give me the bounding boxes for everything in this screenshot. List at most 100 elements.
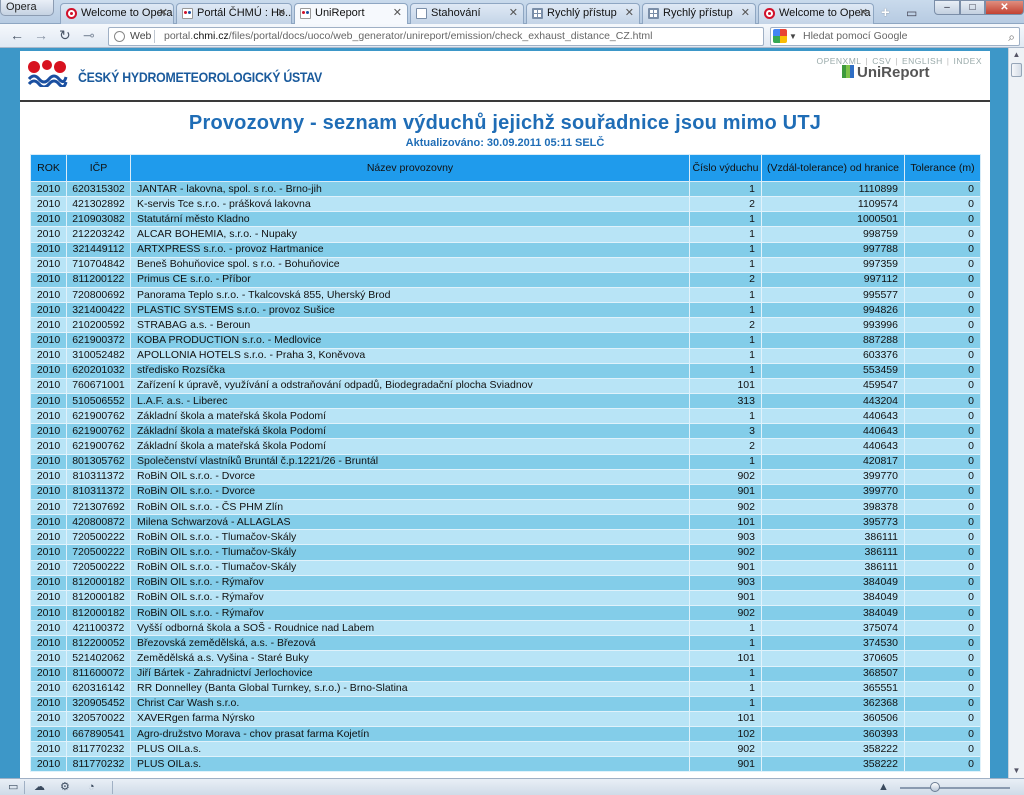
- zoom-slider-thumb[interactable]: [930, 782, 940, 792]
- cell-nazev: RoBiN OIL s.r.o. - Tlumačov-Skály: [130, 529, 690, 546]
- close-icon[interactable]: ✕: [625, 4, 634, 23]
- chevron-down-icon[interactable]: ▼: [789, 28, 797, 45]
- cell-rok: 2010: [30, 483, 67, 500]
- cell-tolerance: 0: [904, 468, 981, 485]
- cell-cislo-vyduchu: 1: [689, 665, 762, 682]
- tab-welcome-opera-1[interactable]: Welcome to Opera ✕: [60, 3, 174, 24]
- table-row: 2010 810311372 RoBiN OIL s.r.o. - Dvorce 90…: [30, 483, 981, 500]
- link-index[interactable]: INDEX: [954, 56, 982, 66]
- address-field[interactable]: Web portal.chmi.cz/files/portal/docs/uoc…: [108, 27, 764, 46]
- table-row: 2010 321449112 ARTXPRESS s.r.o. - provoz H…: [30, 241, 981, 258]
- cell-rok: 2010: [30, 302, 67, 319]
- cell-icp: 801305762: [66, 453, 131, 470]
- close-icon[interactable]: ✕: [741, 4, 750, 23]
- cell-nazev: RoBiN OIL s.r.o. - ČS PHM Zlín: [130, 498, 690, 516]
- scrollbar-thumb[interactable]: [1011, 63, 1022, 77]
- back-arrow-icon[interactable]: ←: [10, 27, 24, 43]
- table-row: 2010 620315302 JANTAR - lakovna, spol. s r…: [30, 180, 981, 198]
- cell-rok: 2010: [30, 695, 67, 712]
- search-icon[interactable]: ⌕: [1008, 29, 1015, 46]
- cell-icp: 811770232: [66, 756, 131, 773]
- cell-rok: 2010: [30, 241, 67, 258]
- cell-vzdalenost: 358222: [761, 756, 905, 773]
- tab-welcome-opera-2[interactable]: Welcome to Opera ✕: [758, 3, 874, 24]
- vertical-scrollbar[interactable]: ▲ ▼: [1008, 48, 1024, 778]
- search-placeholder: Hledat pomocí Google: [803, 30, 908, 42]
- scroll-down-icon[interactable]: ▼: [1009, 764, 1024, 778]
- cell-tolerance: 0: [904, 514, 981, 531]
- cell-vzdalenost: 365551: [761, 680, 905, 697]
- tab-menu-icon[interactable]: ▭: [906, 6, 917, 20]
- cell-vzdalenost: 420817: [761, 453, 905, 470]
- tab-rychly-pristup-1[interactable]: Rychlý přístup ✕: [526, 3, 640, 24]
- cell-vzdalenost: 358222: [761, 741, 905, 758]
- table-row: 2010 620316142 RR Donnelley (Banta Global …: [30, 680, 981, 697]
- col-header-nazev[interactable]: Název provozovny: [130, 154, 690, 182]
- google-icon[interactable]: [773, 29, 787, 43]
- cell-tolerance: 0: [904, 302, 981, 319]
- key-icon[interactable]: ⊸: [83, 27, 95, 43]
- tab-rychly-pristup-2[interactable]: Rychlý přístup ✕: [642, 3, 756, 24]
- cell-icp: 720500222: [66, 529, 131, 546]
- cell-cislo-vyduchu: 2: [689, 271, 762, 288]
- network-icon[interactable]: ⚙: [60, 781, 70, 793]
- zoom-up-icon[interactable]: ▲: [878, 781, 889, 793]
- url-path: /files/portal/docs/uoco/web_generator/un…: [228, 30, 653, 42]
- new-tab-icon[interactable]: +: [881, 4, 890, 21]
- col-header-cislo-vyduchu[interactable]: Číslo výduchu: [689, 154, 762, 182]
- cell-cislo-vyduchu: 1: [689, 635, 762, 652]
- cell-cislo-vyduchu: 1: [689, 226, 762, 243]
- scroll-up-icon[interactable]: ▲: [1009, 48, 1024, 62]
- header-divider: [20, 100, 990, 102]
- forward-arrow-icon[interactable]: →: [34, 27, 48, 43]
- tab-title: Rychlý přístup: [663, 7, 733, 19]
- close-icon[interactable]: ✕: [509, 4, 518, 23]
- cell-cislo-vyduchu: 101: [689, 650, 762, 667]
- tab-unireport[interactable]: UniReport ✕: [294, 3, 408, 25]
- cell-rok: 2010: [30, 377, 67, 394]
- col-header-icp[interactable]: IČP: [66, 154, 131, 182]
- chmi-favicon-icon: [300, 8, 311, 19]
- cell-icp: 421302892: [66, 196, 131, 213]
- cell-icp: 620315302: [66, 180, 131, 198]
- reload-icon[interactable]: ↻: [59, 27, 71, 43]
- cell-cislo-vyduchu: 1: [689, 241, 762, 258]
- col-header-vzdalenost[interactable]: (Vzdál-tolerance) od hranice: [761, 154, 905, 182]
- cell-nazev: Březovská zemědělská, a.s. - Březová: [130, 635, 690, 652]
- organization-name: ČESKÝ HYDROMETEOROLOGICKÝ ÚSTAV: [78, 69, 322, 85]
- opera-icon: [764, 8, 775, 19]
- cell-vzdalenost: 399770: [761, 468, 905, 485]
- cell-tolerance: 0: [904, 256, 981, 273]
- cell-icp: 310052482: [66, 347, 131, 364]
- zoom-slider[interactable]: [900, 787, 1010, 789]
- cell-rok: 2010: [30, 286, 67, 304]
- cell-cislo-vyduchu: 903: [689, 574, 762, 591]
- cell-rok: 2010: [30, 514, 67, 531]
- tab-portal-chmu[interactable]: Portál ČHMÚ : Ho... ✕: [176, 3, 292, 24]
- close-icon[interactable]: ✕: [393, 4, 402, 23]
- minimize-icon[interactable]: ‒: [934, 0, 960, 15]
- cell-cislo-vyduchu: 902: [689, 604, 762, 622]
- window-close-icon[interactable]: ✕: [985, 0, 1024, 15]
- close-icon[interactable]: ✕: [277, 4, 286, 23]
- cell-cislo-vyduchu: 101: [689, 514, 762, 531]
- cell-vzdalenost: 1110899: [761, 180, 905, 198]
- cell-vzdalenost: 997359: [761, 256, 905, 273]
- search-input[interactable]: ▼ Hledat pomocí Google ⌕: [770, 27, 1020, 46]
- cell-vzdalenost: 997112: [761, 271, 905, 288]
- col-header-tolerance[interactable]: Tolerance (m): [904, 154, 981, 182]
- cell-vzdalenost: 998759: [761, 226, 905, 243]
- tab-stahovani[interactable]: Stahování ✕: [410, 3, 524, 24]
- panel-toggle-icon[interactable]: ▭: [8, 781, 18, 793]
- maximize-icon[interactable]: □: [960, 0, 985, 15]
- speed-dial-icon[interactable]: ◔: [88, 781, 95, 793]
- cloud-icon[interactable]: ☁: [34, 781, 45, 793]
- table-row: 2010 420800872 Milena Schwarzová - ALLAGLA…: [30, 514, 981, 531]
- cell-nazev: RoBiN OIL s.r.o. - Tlumačov-Skály: [130, 559, 690, 576]
- cell-nazev: RoBiN OIL s.r.o. - Rýmařov: [130, 589, 690, 606]
- cell-vzdalenost: 395773: [761, 514, 905, 531]
- opera-menu-button[interactable]: Opera: [0, 0, 54, 16]
- close-icon[interactable]: ✕: [859, 4, 868, 23]
- close-icon[interactable]: ✕: [159, 4, 168, 23]
- col-header-rok[interactable]: ROK: [30, 154, 67, 182]
